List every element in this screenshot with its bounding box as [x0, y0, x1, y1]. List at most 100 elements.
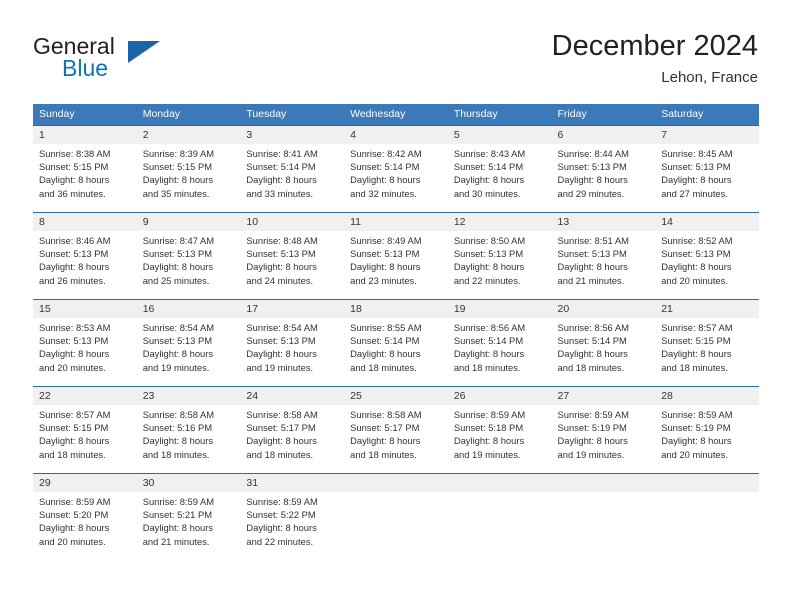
daylight-text-line2: and 26 minutes.	[39, 274, 106, 286]
day-info: Sunrise: 8:44 AM Sunset: 5:13 PM Daylight:…	[552, 144, 656, 206]
day-cell[interactable]: 10 Sunrise: 8:48 AM Sunset: 5:13 PM Dayligh…	[240, 212, 345, 293]
day-cell[interactable]: 3 Sunrise: 8:41 AM Sunset: 5:14 PM Daylight…	[240, 125, 345, 206]
day-cell[interactable]: 5 Sunrise: 8:43 AM Sunset: 5:14 PM Daylight…	[447, 125, 552, 206]
day-cell[interactable]: 18 Sunrise: 8:55 AM Sunset: 5:14 PM Dayligh…	[344, 299, 448, 380]
page-header: General Blue December 2024 Lehon, France	[0, 0, 792, 96]
sunrise-text: Sunrise: 8:43 AM	[453, 148, 526, 159]
day-number	[551, 474, 656, 492]
sunrise-text: Sunrise: 8:44 AM	[557, 148, 629, 159]
day-info	[448, 492, 552, 554]
day-cell[interactable]: 13 Sunrise: 8:51 AM Sunset: 5:13 PM Dayligh…	[551, 212, 656, 293]
daylight-text-line2: and 20 minutes.	[39, 535, 106, 547]
day-info: Sunrise: 8:45 AM Sunset: 5:13 PM Daylight:…	[655, 144, 759, 206]
weekday-header-friday: Friday	[557, 108, 587, 120]
daylight-text-line1: Daylight: 8 hours	[453, 261, 525, 273]
logo-text-blue: Blue	[62, 55, 109, 81]
sunset-text: Sunset: 5:13 PM	[39, 248, 109, 260]
day-info: Sunrise: 8:58 AM Sunset: 5:16 PM Daylight:…	[137, 405, 241, 467]
sunrise-text: Sunrise: 8:41 AM	[246, 148, 318, 159]
sunrise-text: Sunrise: 8:47 AM	[142, 235, 215, 246]
general-blue-logo[interactable]: General Blue	[33, 33, 253, 91]
day-cell[interactable]: 31 Sunrise: 8:59 AM Sunset: 5:22 PM Dayligh…	[240, 473, 345, 554]
day-cell[interactable]: 27 Sunrise: 8:59 AM Sunset: 5:19 PM Dayligh…	[551, 386, 656, 467]
day-cell[interactable]: 21 Sunrise: 8:57 AM Sunset: 5:15 PM Dayligh…	[655, 299, 759, 380]
day-cell[interactable]: 15 Sunrise: 8:53 AM Sunset: 5:13 PM Dayligh…	[33, 299, 137, 380]
daylight-text-line2: and 18 minutes.	[246, 448, 314, 460]
day-info: Sunrise: 8:38 AM Sunset: 5:15 PM Daylight:…	[33, 144, 137, 206]
day-cell[interactable]: 7 Sunrise: 8:45 AM Sunset: 5:13 PM Daylight…	[655, 125, 759, 206]
day-number: 18	[344, 300, 448, 318]
day-number: 13	[551, 213, 656, 231]
sunset-text: Sunset: 5:15 PM	[39, 422, 109, 434]
day-cell[interactable]: 19 Sunrise: 8:56 AM Sunset: 5:14 PM Dayligh…	[447, 299, 552, 380]
day-cell[interactable]: 30 Sunrise: 8:59 AM Sunset: 5:21 PM Dayligh…	[136, 473, 241, 554]
day-cell[interactable]: 29 Sunrise: 8:59 AM Sunset: 5:20 PM Dayligh…	[33, 473, 137, 554]
daylight-text-line2: and 25 minutes.	[142, 274, 210, 286]
day-cell[interactable]: 11 Sunrise: 8:49 AM Sunset: 5:13 PM Dayligh…	[344, 212, 448, 293]
daylight-text-line2: and 18 minutes.	[350, 448, 417, 460]
day-info: Sunrise: 8:46 AM Sunset: 5:13 PM Daylight:…	[33, 231, 137, 293]
sunset-text: Sunset: 5:14 PM	[453, 335, 524, 347]
sunrise-text: Sunrise: 8:54 AM	[142, 322, 215, 333]
daylight-text-line1: Daylight: 8 hours	[350, 174, 421, 186]
day-info: Sunrise: 8:57 AM Sunset: 5:15 PM Daylight:…	[33, 405, 137, 467]
day-info: Sunrise: 8:59 AM Sunset: 5:19 PM Daylight:…	[655, 405, 759, 467]
sunset-text: Sunset: 5:20 PM	[39, 509, 109, 521]
daylight-text-line1: Daylight: 8 hours	[661, 174, 732, 186]
daylight-text-line1: Daylight: 8 hours	[246, 435, 317, 447]
day-cell[interactable]: 24 Sunrise: 8:58 AM Sunset: 5:17 PM Dayligh…	[240, 386, 345, 467]
day-number: 30	[136, 474, 241, 492]
day-info: Sunrise: 8:43 AM Sunset: 5:14 PM Daylight:…	[448, 144, 552, 206]
day-info: Sunrise: 8:58 AM Sunset: 5:17 PM Daylight:…	[240, 405, 344, 467]
sunset-text: Sunset: 5:13 PM	[453, 248, 524, 260]
day-cell[interactable]: 28 Sunrise: 8:59 AM Sunset: 5:19 PM Dayligh…	[655, 386, 759, 467]
day-cell[interactable]: 4 Sunrise: 8:42 AM Sunset: 5:14 PM Daylight…	[344, 125, 448, 206]
day-info: Sunrise: 8:56 AM Sunset: 5:14 PM Daylight:…	[448, 318, 552, 380]
day-cell[interactable]: 17 Sunrise: 8:54 AM Sunset: 5:13 PM Dayligh…	[240, 299, 345, 380]
daylight-text-line1: Daylight: 8 hours	[557, 435, 628, 447]
day-cell[interactable]: 9 Sunrise: 8:47 AM Sunset: 5:13 PM Daylight…	[136, 212, 241, 293]
day-info: Sunrise: 8:47 AM Sunset: 5:13 PM Daylight:…	[137, 231, 241, 293]
day-number: 28	[655, 387, 759, 405]
weekday-header-thursday: Thursday	[453, 108, 498, 120]
day-cell[interactable]: 8 Sunrise: 8:46 AM Sunset: 5:13 PM Daylight…	[33, 212, 137, 293]
sunset-text: Sunset: 5:15 PM	[142, 161, 213, 173]
day-number: 22	[33, 387, 137, 405]
daylight-text-line2: and 32 minutes.	[350, 187, 417, 199]
daylight-text-line2: and 20 minutes.	[661, 448, 728, 460]
day-number: 17	[240, 300, 345, 318]
day-cell[interactable]: 6 Sunrise: 8:44 AM Sunset: 5:13 PM Daylight…	[551, 125, 656, 206]
daylight-text-line1: Daylight: 8 hours	[350, 348, 421, 360]
daylight-text-line2: and 21 minutes.	[557, 274, 625, 286]
day-number	[447, 474, 552, 492]
daylight-text-line1: Daylight: 8 hours	[557, 348, 628, 360]
daylight-text-line2: and 36 minutes.	[39, 187, 106, 199]
day-cell[interactable]: 16 Sunrise: 8:54 AM Sunset: 5:13 PM Dayligh…	[136, 299, 241, 380]
sunrise-text: Sunrise: 8:49 AM	[350, 235, 422, 246]
sunset-text: Sunset: 5:17 PM	[246, 422, 316, 434]
sunset-text: Sunset: 5:15 PM	[39, 161, 109, 173]
day-info: Sunrise: 8:59 AM Sunset: 5:20 PM Daylight:…	[33, 492, 137, 554]
sunset-text: Sunset: 5:13 PM	[246, 335, 316, 347]
day-cell[interactable]: 22 Sunrise: 8:57 AM Sunset: 5:15 PM Dayligh…	[33, 386, 137, 467]
sunset-text: Sunset: 5:22 PM	[246, 509, 316, 521]
day-cell[interactable]: 14 Sunrise: 8:52 AM Sunset: 5:13 PM Dayligh…	[655, 212, 759, 293]
daylight-text-line2: and 23 minutes.	[350, 274, 417, 286]
day-number: 31	[240, 474, 345, 492]
day-cell[interactable]: 12 Sunrise: 8:50 AM Sunset: 5:13 PM Dayligh…	[447, 212, 552, 293]
day-cell[interactable]: 26 Sunrise: 8:59 AM Sunset: 5:18 PM Dayligh…	[447, 386, 552, 467]
sunrise-text: Sunrise: 8:46 AM	[39, 235, 111, 246]
day-cell[interactable]: 23 Sunrise: 8:58 AM Sunset: 5:16 PM Dayligh…	[136, 386, 241, 467]
sunset-text: Sunset: 5:13 PM	[39, 335, 109, 347]
day-cell[interactable]: 1 Sunrise: 8:38 AM Sunset: 5:15 PM Daylight…	[33, 125, 137, 206]
sunset-text: Sunset: 5:14 PM	[453, 161, 524, 173]
sunset-text: Sunset: 5:13 PM	[350, 248, 420, 260]
daylight-text-line1: Daylight: 8 hours	[39, 261, 110, 273]
sunset-text: Sunset: 5:18 PM	[453, 422, 524, 434]
day-cell[interactable]: 2 Sunrise: 8:39 AM Sunset: 5:15 PM Daylight…	[136, 125, 241, 206]
daylight-text-line1: Daylight: 8 hours	[661, 435, 732, 447]
day-cell[interactable]: 20 Sunrise: 8:56 AM Sunset: 5:14 PM Dayligh…	[551, 299, 656, 380]
day-info: Sunrise: 8:48 AM Sunset: 5:13 PM Daylight:…	[240, 231, 344, 293]
week-row: 29 Sunrise: 8:59 AM Sunset: 5:20 PM Dayligh…	[33, 473, 759, 554]
day-cell[interactable]: 25 Sunrise: 8:58 AM Sunset: 5:17 PM Dayligh…	[344, 386, 448, 467]
